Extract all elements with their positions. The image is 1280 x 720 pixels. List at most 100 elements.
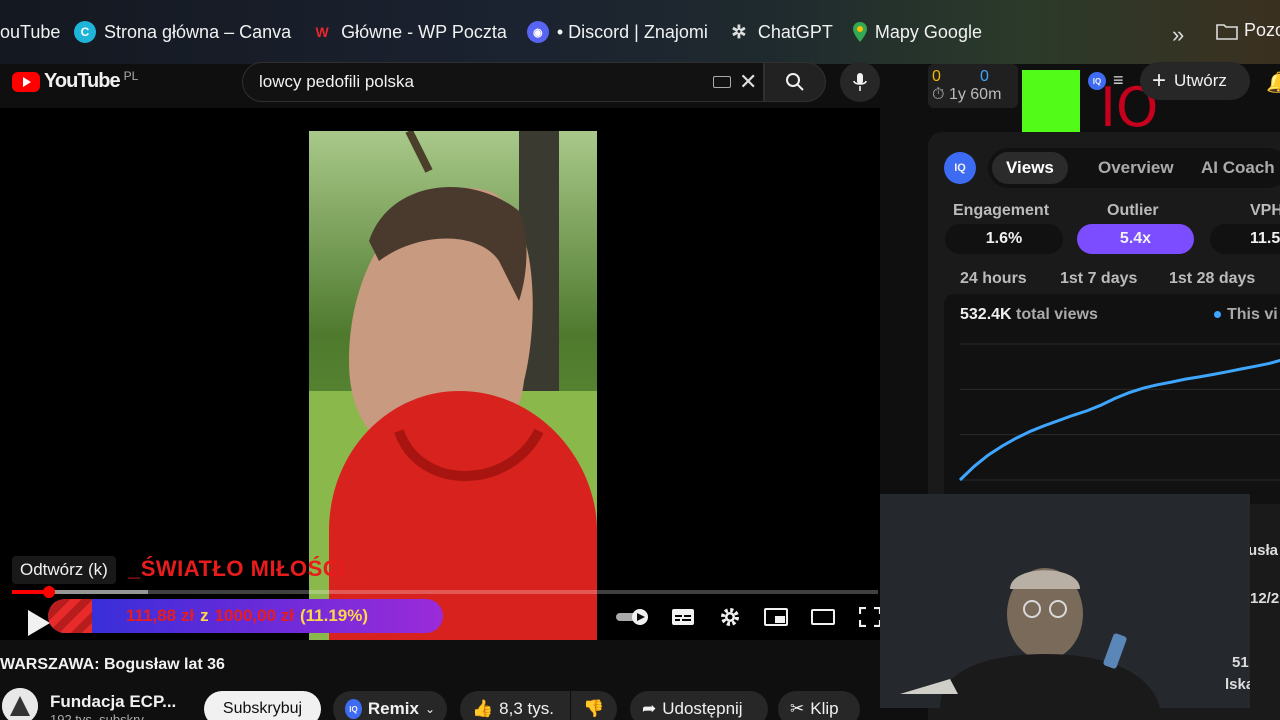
subscribe-button[interactable]: Subskrybuj bbox=[204, 691, 321, 720]
fullscreen-icon bbox=[859, 607, 881, 627]
bookmark-discord[interactable]: ◉ • Discord | Znajomi bbox=[517, 12, 718, 52]
like-button[interactable]: 👍 8,3 tys. bbox=[460, 691, 570, 720]
plus-icon: + bbox=[1152, 67, 1167, 94]
counter-meta-text: 1y 60m bbox=[948, 86, 1002, 103]
channel-avatar[interactable] bbox=[2, 688, 38, 720]
channel-name[interactable]: Fundacja ECP... bbox=[50, 692, 176, 712]
metric-outlier-value: 5.4x bbox=[1077, 224, 1194, 254]
progress-bar[interactable] bbox=[12, 586, 878, 598]
range-7d[interactable]: 1st 7 days bbox=[1060, 270, 1137, 288]
youtube-logo[interactable]: YouTube PL bbox=[12, 68, 139, 93]
search-button[interactable] bbox=[764, 62, 826, 102]
bookmarks-bar: ouTube C Strona główna – Canva W Główne … bbox=[0, 0, 1280, 64]
side-snippet-c: 51 bbox=[1232, 654, 1249, 671]
metric-vph-value: 11.5 bbox=[1210, 224, 1280, 254]
channel-avatar-image bbox=[2, 688, 38, 720]
bookmark-label: ouTube bbox=[0, 21, 61, 42]
bookmark-youtube[interactable]: ouTube bbox=[0, 12, 64, 52]
overlay-caption: _ŚWIATŁO MIŁOŚCI_ bbox=[128, 556, 359, 581]
subscriber-count: 192 tys. subskry bbox=[50, 712, 144, 720]
subtitles-icon bbox=[672, 609, 694, 625]
bookmark-maps[interactable]: Mapy Google bbox=[843, 12, 992, 52]
autoplay-toggle[interactable] bbox=[616, 604, 652, 630]
dislike-button[interactable]: 👎 bbox=[571, 691, 617, 720]
bookmark-label: Główne - WP Poczta bbox=[341, 21, 507, 42]
metric-vph-label: VPH bbox=[1250, 202, 1280, 219]
donation-sep: z bbox=[200, 606, 209, 625]
thumbs-up-icon: 👍 bbox=[472, 699, 494, 718]
thumbs-down-icon: 👎 bbox=[583, 699, 605, 718]
bookmark-folder[interactable]: Pozo bbox=[1216, 20, 1280, 41]
create-button[interactable]: + Utwórz bbox=[1140, 62, 1250, 100]
counter-yellow: 0 bbox=[932, 68, 941, 85]
bookmark-label: Strona główna – Canva bbox=[104, 21, 292, 42]
metric-engagement-label: Engagement bbox=[953, 202, 1050, 219]
panel-tabs: Views Overview AI Coach bbox=[988, 148, 1280, 188]
bookmark-canva[interactable]: C Strona główna – Canva bbox=[64, 12, 301, 52]
bookmark-chatgpt[interactable]: ✲ ChatGPT bbox=[718, 12, 843, 52]
remix-button[interactable]: IQ Remix ⌄ bbox=[333, 691, 447, 720]
tab-ai-coach[interactable]: AI Coach bbox=[1187, 152, 1280, 184]
metric-engagement-value: 1.6% bbox=[945, 224, 1063, 254]
webcam-overlay: 51 lska: bbox=[880, 494, 1250, 708]
range-24h[interactable]: 24 hours bbox=[960, 270, 1027, 288]
video-player[interactable]: Odtwórz (k) _ŚWIATŁO MIŁOŚCI_ 111,88 zł … bbox=[0, 108, 881, 640]
vidiq-mini-icon[interactable]: IQ bbox=[1088, 72, 1106, 90]
chatgpt-icon: ✲ bbox=[731, 21, 747, 42]
subtitles-button[interactable] bbox=[668, 604, 698, 630]
notifications-bell-icon[interactable]: 🔔 bbox=[1266, 70, 1280, 95]
chevron-down-icon: ⌄ bbox=[424, 702, 435, 716]
donation-goal-bar: 111,88 zł z 1000,00 zł (11.19%) bbox=[48, 599, 443, 633]
progress-scrubber[interactable] bbox=[43, 586, 55, 598]
extension-counter[interactable]: 0 0 ⏱ 1y 60m bbox=[928, 64, 1018, 108]
counter-meta: ⏱ 1y 60m bbox=[932, 86, 1002, 103]
share-label: Udostępnij bbox=[662, 699, 743, 718]
progress-buffer bbox=[48, 590, 148, 594]
side-snippet-b: 12/2 bbox=[1250, 590, 1280, 607]
masthead: YouTube PL lowcy pedofili polska ✕ 0 0 ⏱… bbox=[0, 56, 1280, 139]
play-tooltip: Odtwórz (k) bbox=[12, 556, 116, 584]
settings-button[interactable] bbox=[715, 604, 745, 630]
bookmark-label: Mapy Google bbox=[874, 21, 982, 42]
tab-overview[interactable]: Overview bbox=[1084, 152, 1188, 184]
views-chart: 532.4K total views This vi bbox=[944, 294, 1280, 504]
vidiq-logo-icon: IQ bbox=[944, 152, 976, 184]
tab-views[interactable]: Views bbox=[992, 152, 1068, 184]
country-code: PL bbox=[123, 68, 139, 83]
gear-icon bbox=[721, 608, 739, 626]
metric-outlier-label: Outlier bbox=[1107, 202, 1159, 219]
theater-mode-button[interactable] bbox=[808, 604, 838, 630]
discord-icon: ◉ bbox=[526, 21, 549, 43]
bookmark-wp-poczta[interactable]: W Główne - WP Poczta bbox=[301, 12, 517, 52]
miniplayer-button[interactable] bbox=[761, 604, 791, 630]
screen: ouTube C Strona główna – Canva W Główne … bbox=[0, 0, 1280, 720]
folder-icon bbox=[1216, 23, 1238, 40]
share-button[interactable]: ➦ Udostępnij bbox=[630, 691, 768, 720]
youtube-play-icon bbox=[12, 71, 40, 92]
keyboard-icon[interactable] bbox=[713, 76, 731, 88]
bookmark-folder-label: Pozo bbox=[1244, 20, 1280, 40]
voice-search-button[interactable] bbox=[840, 62, 880, 102]
bookmark-label: ChatGPT bbox=[757, 21, 833, 42]
search-query: lowcy pedofili polska bbox=[259, 72, 414, 91]
search-input[interactable]: lowcy pedofili polska ✕ bbox=[242, 62, 764, 102]
donation-goal: 1000,00 zł bbox=[214, 606, 294, 625]
side-snippet-a: usła bbox=[1248, 542, 1279, 559]
menu-icon[interactable]: ≡ bbox=[1113, 70, 1124, 91]
clear-search-icon[interactable]: ✕ bbox=[739, 69, 757, 95]
donation-goal-fill bbox=[48, 599, 93, 633]
microphone-icon bbox=[853, 73, 867, 91]
side-snippet-d: lska: bbox=[1225, 676, 1250, 693]
counter-blue: 0 bbox=[980, 68, 989, 85]
vidiq-remix-icon: IQ bbox=[345, 699, 362, 719]
range-28d[interactable]: 1st 28 days bbox=[1169, 270, 1255, 288]
miniplayer-icon bbox=[764, 608, 788, 626]
canva-icon: C bbox=[74, 21, 96, 43]
wp-icon: W bbox=[315, 24, 329, 40]
bookmarks-overflow-icon[interactable]: » bbox=[1172, 22, 1184, 48]
logo-text: YouTube bbox=[44, 70, 121, 92]
donation-percent: (11.19%) bbox=[299, 606, 369, 625]
search-icon bbox=[786, 73, 804, 91]
views-chart-svg bbox=[958, 343, 1280, 482]
clip-button[interactable]: ✂ Klip bbox=[778, 691, 860, 720]
